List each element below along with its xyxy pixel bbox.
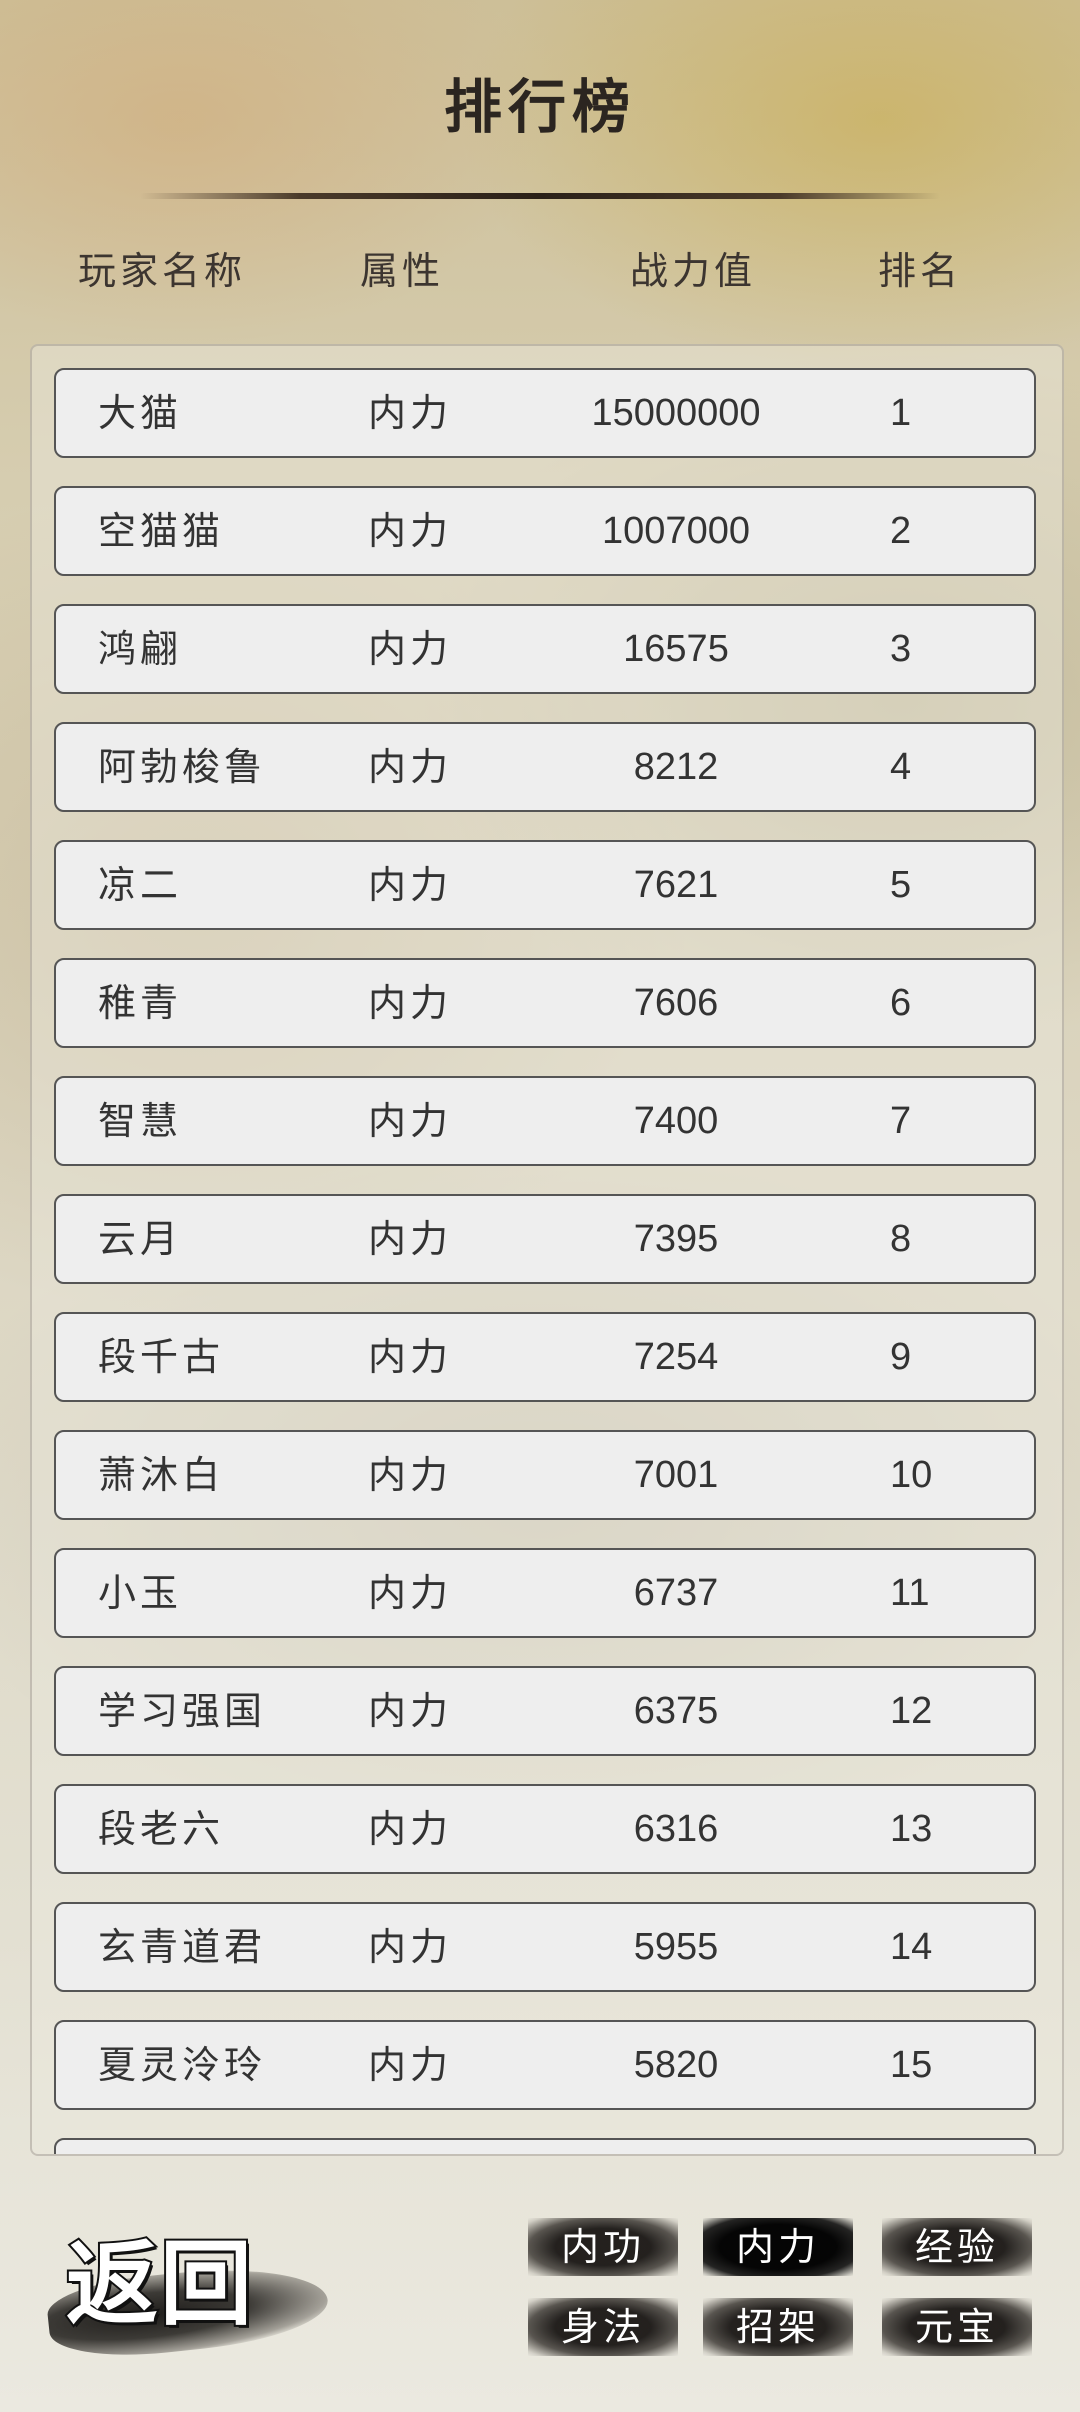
header-attribute: 属性	[360, 249, 445, 293]
leaderboard-row[interactable]: 鸿翩 内力 16575 3	[54, 604, 1036, 694]
player-power: 7254	[633, 1336, 719, 1378]
player-attribute: 内力	[368, 1453, 453, 1497]
leaderboard-row[interactable]: 大猫 内力 15000000 1	[54, 368, 1036, 458]
player-attribute: 内力	[368, 627, 453, 671]
player-power: 15000000	[591, 392, 761, 434]
player-attribute: 内力	[368, 391, 453, 435]
player-rank: 10	[890, 1454, 933, 1496]
player-power: 1007000	[602, 510, 750, 552]
player-attribute: 内力	[368, 509, 453, 553]
player-name: 大猫	[98, 391, 183, 435]
player-attribute: 内力	[368, 1099, 453, 1143]
player-power: 16575	[623, 628, 729, 670]
player-rank: 6	[890, 982, 912, 1024]
header-rank: 排名	[878, 249, 963, 293]
leaderboard-header: 玩家名称 属性 战力值 排名	[0, 240, 1080, 300]
player-attribute: 内力	[368, 1335, 453, 1379]
player-attribute: 内力	[368, 863, 453, 907]
leaderboard-row-partial[interactable]	[54, 2138, 1036, 2154]
player-rank: 15	[890, 2044, 933, 2086]
tab-button[interactable]: 元宝	[882, 2298, 1032, 2356]
player-power: 6316	[633, 1808, 719, 1850]
leaderboard-row[interactable]: 学习强国 内力 6375 12	[54, 1666, 1036, 1756]
leaderboard-row[interactable]: 智慧 内力 7400 7	[54, 1076, 1036, 1166]
tab-button[interactable]: 身法	[528, 2298, 678, 2356]
player-rank: 3	[890, 628, 912, 670]
player-power: 7400	[633, 1100, 719, 1142]
player-attribute: 内力	[368, 2043, 453, 2087]
player-attribute: 内力	[368, 1689, 453, 1733]
player-power: 5955	[633, 1926, 719, 1968]
player-name: 智慧	[98, 1099, 183, 1143]
player-rank: 8	[890, 1218, 912, 1260]
player-name: 空猫猫	[98, 509, 225, 553]
player-attribute: 内力	[368, 1925, 453, 1969]
player-rank: 2	[890, 510, 912, 552]
back-button-label: 返回	[64, 2228, 255, 2340]
leaderboard-row[interactable]: 空猫猫 内力 1007000 2	[54, 486, 1036, 576]
tab-button[interactable]: 内功	[528, 2218, 678, 2276]
leaderboard-row[interactable]: 阿勃梭鲁 内力 8212 4	[54, 722, 1036, 812]
leaderboard-row[interactable]: 段老六 内力 6316 13	[54, 1784, 1036, 1874]
header-power: 战力值	[630, 249, 757, 293]
leaderboard-row[interactable]: 玄青道君 内力 5955 14	[54, 1902, 1036, 1992]
player-name: 学习强国	[98, 1689, 267, 1733]
player-power: 7001	[633, 1454, 719, 1496]
player-power: 7606	[633, 982, 719, 1024]
player-rank: 11	[890, 1572, 930, 1614]
player-name: 云月	[98, 1217, 183, 1261]
player-rank: 5	[890, 864, 912, 906]
player-power: 5820	[633, 2044, 719, 2086]
player-rank: 7	[890, 1100, 912, 1142]
player-power: 8212	[633, 746, 719, 788]
player-power: 7621	[633, 864, 719, 906]
tab-button[interactable]: 内力	[703, 2218, 853, 2276]
player-name: 萧沐白	[98, 1453, 225, 1497]
player-rank: 9	[890, 1336, 912, 1378]
leaderboard-row[interactable]: 凉二 内力 7621 5	[54, 840, 1036, 930]
player-name: 夏灵泠玲	[98, 2043, 267, 2087]
leaderboard-row[interactable]: 稚青 内力 7606 6	[54, 958, 1036, 1048]
leaderboard-row[interactable]: 夏灵泠玲 内力 5820 15	[54, 2020, 1036, 2110]
leaderboard-row[interactable]: 云月 内力 7395 8	[54, 1194, 1036, 1284]
player-attribute: 内力	[368, 981, 453, 1025]
player-attribute: 内力	[368, 1217, 453, 1261]
player-attribute: 内力	[368, 1807, 453, 1851]
page-title: 排行榜	[443, 73, 636, 141]
leaderboard-row[interactable]: 小玉 内力 6737 11	[54, 1548, 1036, 1638]
player-name: 小玉	[98, 1571, 183, 1615]
player-power: 6375	[633, 1690, 719, 1732]
player-power: 6737	[633, 1572, 719, 1614]
leaderboard-row[interactable]: 段千古 内力 7254 9	[54, 1312, 1036, 1402]
player-rank: 4	[890, 746, 912, 788]
tab-button[interactable]: 招架	[703, 2298, 853, 2356]
back-button[interactable]: 返回	[38, 2210, 332, 2370]
player-rank: 13	[890, 1808, 933, 1850]
leaderboard-row[interactable]: 萧沐白 内力 7001 10	[54, 1430, 1036, 1520]
player-name: 阿勃梭鲁	[98, 745, 267, 789]
player-attribute: 内力	[368, 1571, 453, 1615]
player-name: 玄青道君	[98, 1925, 267, 1969]
player-rank: 1	[890, 392, 912, 434]
leaderboard-list[interactable]: 大猫 内力 15000000 1 空猫猫 内力 1007000 2 鸿翩 内力 16575 3 阿勃梭鲁…	[30, 344, 1064, 2156]
title-divider	[140, 193, 940, 199]
player-power: 7395	[633, 1218, 719, 1260]
player-name: 凉二	[98, 863, 183, 907]
player-name: 鸿翩	[98, 627, 183, 671]
player-name: 稚青	[98, 981, 183, 1025]
player-name: 段老六	[98, 1807, 225, 1851]
tab-button[interactable]: 经验	[882, 2218, 1032, 2276]
player-name: 段千古	[98, 1335, 225, 1379]
player-rank: 14	[890, 1926, 933, 1968]
header-player-name: 玩家名称	[78, 249, 247, 293]
player-attribute: 内力	[368, 745, 453, 789]
player-rank: 12	[890, 1690, 933, 1732]
